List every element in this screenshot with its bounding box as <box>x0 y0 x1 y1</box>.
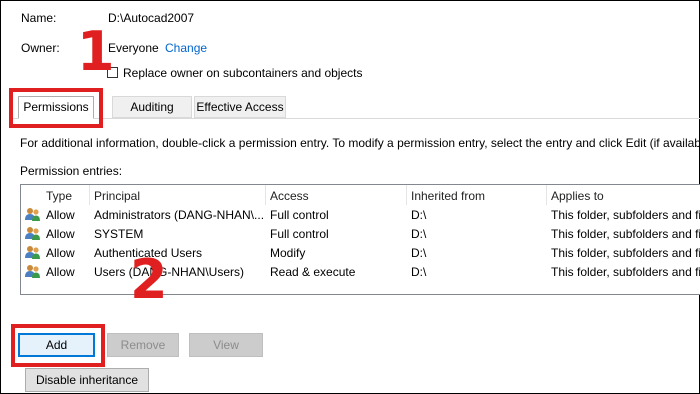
row-inherited-from: D:\ <box>411 246 427 260</box>
row-principal: SYSTEM <box>94 227 144 241</box>
name-value: D:\Autocad2007 <box>108 11 195 25</box>
row-access: Full control <box>270 208 329 222</box>
column-header-inherited-from[interactable]: Inherited from <box>411 189 485 203</box>
column-separator <box>265 185 266 205</box>
annotation-highlight-add-button <box>11 324 105 367</box>
remove-button[interactable]: Remove <box>107 333 179 357</box>
table-row[interactable]: Allow Authenticated Users Modify D:\ Thi… <box>21 244 700 263</box>
column-separator <box>546 185 547 205</box>
tab-auditing[interactable]: Auditing <box>112 96 192 118</box>
annotation-step-1: 1 <box>77 20 115 83</box>
replace-owner-label: Replace owner on subcontainers and objec… <box>123 66 363 80</box>
row-inherited-from: D:\ <box>411 208 427 222</box>
row-principal: Administrators (DANG-NHAN\... <box>94 208 265 222</box>
row-type: Allow <box>46 265 75 279</box>
row-inherited-from: D:\ <box>411 265 427 279</box>
column-header-applies-to[interactable]: Applies to <box>551 189 604 203</box>
owner-label: Owner: <box>21 41 60 55</box>
row-access: Modify <box>270 246 306 260</box>
tab-effective-access[interactable]: Effective Access <box>194 96 286 118</box>
table-row[interactable]: Allow Administrators (DANG-NHAN\... Full… <box>21 206 700 225</box>
row-type: Allow <box>46 246 75 260</box>
owner-value: Everyone <box>108 41 159 55</box>
row-access: Read & execute <box>270 265 356 279</box>
column-separator <box>89 185 90 205</box>
users-icon <box>25 245 41 263</box>
annotation-step-2: 2 <box>130 248 168 311</box>
entries-label: Permission entries: <box>20 164 123 178</box>
row-applies-to: This folder, subfolders and fi <box>551 246 700 260</box>
column-header-access[interactable]: Access <box>270 189 309 203</box>
info-text: For additional information, double-click… <box>20 136 700 150</box>
name-label: Name: <box>21 11 57 25</box>
column-separator <box>406 185 407 205</box>
users-icon <box>25 207 41 225</box>
table-row[interactable]: Allow SYSTEM Full control D:\ This folde… <box>21 225 700 244</box>
row-applies-to: This folder, subfolders and fi <box>551 227 700 241</box>
row-type: Allow <box>46 208 75 222</box>
permission-entries-list[interactable]: Type Principal Access Inherited from App… <box>20 184 700 295</box>
column-header-type[interactable]: Type <box>46 189 72 203</box>
table-row[interactable]: Allow Users (DANG-NHAN\Users) Read & exe… <box>21 263 700 282</box>
row-inherited-from: D:\ <box>411 227 427 241</box>
row-applies-to: This folder, subfolders and fi <box>551 265 700 279</box>
disable-inheritance-button[interactable]: Disable inheritance <box>25 368 149 392</box>
annotation-highlight-permissions-tab <box>9 88 103 128</box>
row-principal: Users (DANG-NHAN\Users) <box>94 265 244 279</box>
row-access: Full control <box>270 227 329 241</box>
row-applies-to: This folder, subfolders and fi <box>551 208 700 222</box>
column-header-principal[interactable]: Principal <box>94 189 140 203</box>
tab-panel-border <box>12 118 700 119</box>
row-type: Allow <box>46 227 75 241</box>
change-owner-link[interactable]: Change <box>165 41 207 55</box>
view-button[interactable]: View <box>189 333 263 357</box>
users-icon <box>25 264 41 282</box>
users-icon <box>25 226 41 244</box>
